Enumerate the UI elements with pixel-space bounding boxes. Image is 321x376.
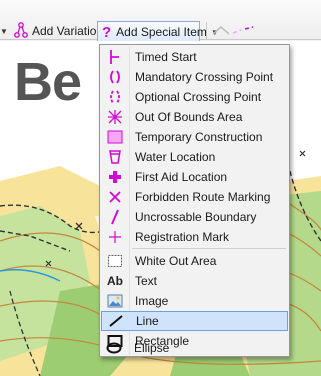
menu-item-label: Timed Start [135,50,197,64]
registration-mark-icon [101,227,129,247]
menu-item-temporary-construction[interactable]: Temporary Construction [101,127,288,147]
disabled-line-tool-icon [212,26,254,35]
out-of-bounds-icon [101,107,129,127]
add-variation-label: Add Variation [32,24,104,38]
menu-item-first-aid-location[interactable]: First Aid Location [101,167,288,187]
uncrossable-boundary-icon [101,207,129,227]
line-icon [102,311,130,331]
menu-item-ellipse[interactable]: Ellipse [100,338,287,358]
image-icon [101,291,129,311]
menu-item-label: Uncrossable Boundary [135,210,257,224]
add-special-item-label: Add Special Item [116,25,207,39]
menu-item-label: Mandatory Crossing Point [135,70,274,84]
question-mark-icon: ? [102,23,112,41]
menu-item-water-location[interactable]: Water Location [101,147,288,167]
add-special-item-button[interactable]: ? Add Special Item ▼ [97,21,219,43]
menu-item-label: First Aid Location [135,170,228,184]
menu-item-label: Optional Crossing Point [135,90,262,104]
menu-item-label: Registration Mark [135,230,230,244]
special-item-dropdown-menu: Timed Start Mandatory Crossing Point Opt… [99,44,290,357]
text-ab-icon: Ab [107,274,123,288]
menu-item-label: Temporary Construction [135,130,263,144]
menu-separator [132,248,286,249]
temporary-construction-icon [101,127,129,147]
menu-item-line[interactable]: Line [101,311,288,331]
menu-item-text[interactable]: Ab Text [101,271,288,291]
menu-item-registration-mark[interactable]: Registration Mark [101,227,288,247]
timed-start-icon [101,47,129,67]
menu-item-mandatory-crossing-point[interactable]: Mandatory Crossing Point [101,67,288,87]
disabled-tools-group [211,22,261,40]
menu-item-image[interactable]: Image [101,291,288,311]
first-aid-cross-icon [101,167,129,187]
toolbar: ▼ Add Variation ? Add Special Item ▼ [0,0,321,43]
toolbar-separator [206,22,207,40]
menu-item-out-of-bounds-area[interactable]: Out Of Bounds Area [101,107,288,127]
menu-item-forbidden-route-marking[interactable]: Forbidden Route Marking [101,187,288,207]
menu-item-white-out-area[interactable]: White Out Area [101,251,288,271]
add-variation-icon [14,21,28,41]
optional-crossing-icon [101,87,129,107]
menu-item-label: White Out Area [135,254,217,268]
white-out-icon [101,251,129,271]
menu-item-label: Ellipse [134,341,170,355]
water-cup-icon [101,147,129,167]
menu-item-optional-crossing-point[interactable]: Optional Crossing Point [101,87,288,107]
menu-item-timed-start[interactable]: Timed Start [101,47,288,67]
menu-item-label: Text [135,274,158,288]
menu-item-label: Water Location [135,150,216,164]
previous-dropdown-caret[interactable]: ▼ [0,22,8,40]
menu-item-label: Line [136,314,159,328]
menu-item-label: Out Of Bounds Area [135,110,243,124]
mandatory-crossing-icon [101,67,129,87]
menu-item-uncrossable-boundary[interactable]: Uncrossable Boundary [101,207,288,227]
forbidden-x-icon [101,187,129,207]
menu-item-label: Forbidden Route Marking [135,190,271,204]
menu-item-label: Image [135,294,169,308]
map-title-text: Be [14,52,82,112]
add-variation-button[interactable]: Add Variation [14,21,104,41]
ellipse-icon [100,338,128,358]
chevron-down-icon: ▼ [0,26,8,36]
